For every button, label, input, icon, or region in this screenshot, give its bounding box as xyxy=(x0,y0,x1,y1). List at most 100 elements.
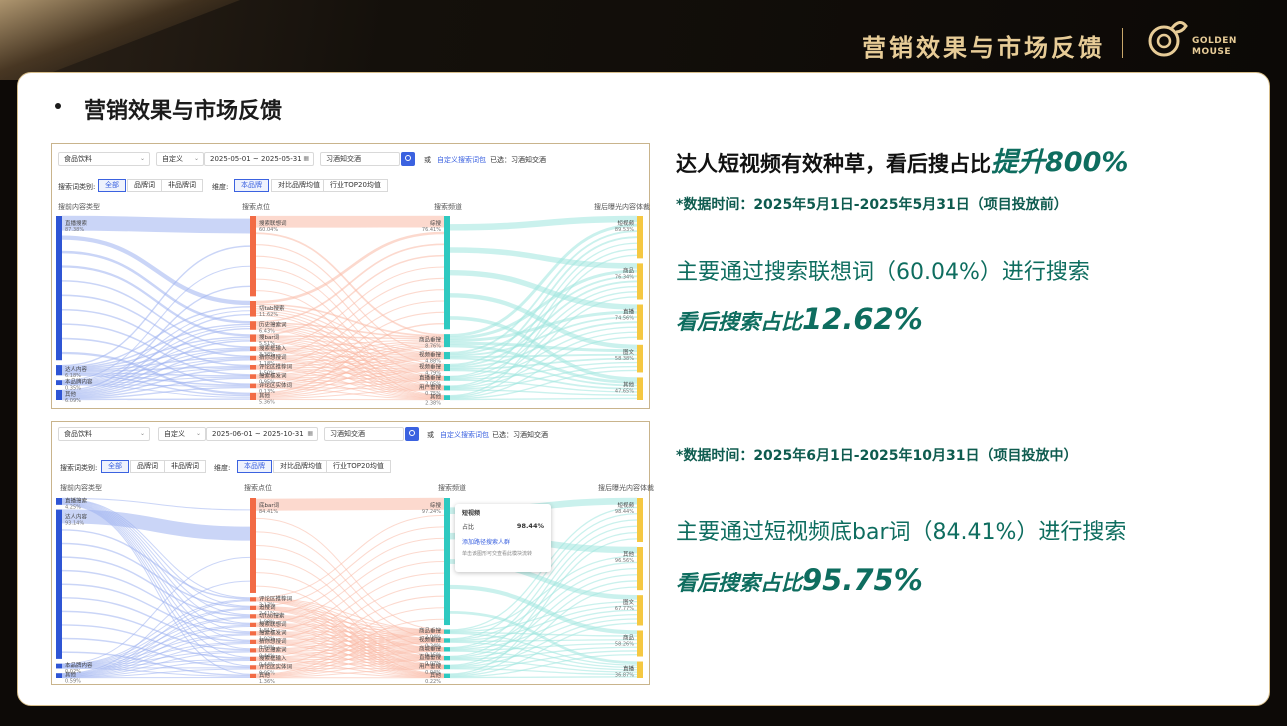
sankey-node-label: 猜你想搜词 xyxy=(259,353,287,361)
sankey-node[interactable] xyxy=(444,498,450,626)
sankey-node[interactable] xyxy=(250,631,256,636)
sankey-node[interactable] xyxy=(250,364,256,370)
dimension-industry-top20[interactable]: 行业TOP20均值 xyxy=(326,460,391,473)
sankey-node[interactable] xyxy=(250,639,256,644)
sankey-node[interactable] xyxy=(637,547,643,591)
sankey-node[interactable] xyxy=(637,377,643,400)
word-type-all[interactable]: 全部 xyxy=(101,460,129,473)
dimension-compare-brand[interactable]: 对比品牌均值 xyxy=(273,460,329,473)
sankey-node[interactable] xyxy=(56,509,62,659)
word-type-nonbrand[interactable]: 非品牌词 xyxy=(164,460,206,473)
sankey-node[interactable] xyxy=(637,498,643,543)
dimension-own-brand[interactable]: 本品牌 xyxy=(237,460,272,473)
sankey-node[interactable] xyxy=(250,665,256,670)
sankey-node[interactable] xyxy=(250,334,256,342)
sankey-node[interactable] xyxy=(637,216,643,259)
keyword-input[interactable]: 习酒知交酒 xyxy=(324,427,404,441)
sankey-node[interactable] xyxy=(250,383,256,389)
sankey-node[interactable] xyxy=(56,216,62,361)
dimension-own-brand[interactable]: 本品牌 xyxy=(234,179,269,192)
sankey-node[interactable] xyxy=(250,614,256,619)
sankey-node[interactable] xyxy=(250,622,256,627)
header-title: 营销效果与市场反馈 xyxy=(862,34,1105,62)
sankey-node-label: 本品牌内容 xyxy=(65,661,93,669)
sankey-node-value: 84.41% xyxy=(259,509,278,515)
date-range-picker[interactable]: 2025-05-01 ~ 2025-05-31 ▦ xyxy=(204,152,314,166)
sankey-node[interactable] xyxy=(444,647,450,652)
sankey-node-label: 直播垂搜 xyxy=(419,373,442,381)
sankey-node[interactable] xyxy=(250,321,256,330)
sankey-node[interactable] xyxy=(444,375,450,381)
mode-select[interactable]: 自定义 ⌄ xyxy=(158,427,206,441)
sankey-node[interactable] xyxy=(250,605,256,610)
word-type-brand[interactable]: 品牌词 xyxy=(127,179,162,192)
dimension-industry-top20[interactable]: 行业TOP20均值 xyxy=(323,179,388,192)
sankey-node[interactable] xyxy=(250,656,256,661)
sankey-node-value: 0.22% xyxy=(425,679,441,684)
sankey-node-value: 98.44% xyxy=(615,509,634,515)
sankey-node[interactable] xyxy=(444,363,450,372)
sankey-node[interactable] xyxy=(250,300,256,317)
logo-text: GOLDEN MOUSE xyxy=(1192,36,1237,57)
sankey-node[interactable] xyxy=(444,629,450,634)
sankey-node[interactable] xyxy=(250,597,256,602)
sankey-node[interactable] xyxy=(250,673,256,678)
headline: 达人短视频有效种草，看后搜占比提升800% xyxy=(676,147,1129,178)
sankey-node[interactable] xyxy=(637,630,643,657)
sankey-node-label: 切tab搜索 xyxy=(259,304,285,312)
sankey-node[interactable] xyxy=(250,374,256,379)
keyword-input[interactable]: 习酒知交酒 xyxy=(320,152,400,166)
sankey-node[interactable] xyxy=(56,380,62,386)
sankey-node-value: 58.26% xyxy=(615,641,634,647)
search-button[interactable] xyxy=(405,427,419,441)
sankey-node[interactable] xyxy=(250,355,256,361)
sankey-node[interactable] xyxy=(637,263,643,300)
sankey-node[interactable] xyxy=(444,655,450,661)
word-type-all[interactable]: 全部 xyxy=(98,179,126,192)
mode-select[interactable]: 自定义 ⌄ xyxy=(156,152,204,166)
sankey-node[interactable] xyxy=(637,595,643,626)
sankey-node[interactable] xyxy=(444,673,450,678)
sankey-node[interactable] xyxy=(56,389,62,400)
sankey-node[interactable] xyxy=(56,673,62,678)
search-share-before: 看后搜索占比12.62% xyxy=(676,302,923,336)
sankey-node-label: 商品垂搜 xyxy=(419,627,442,635)
sankey-node[interactable] xyxy=(250,648,256,653)
category-select[interactable]: 食品饮料 ⌄ xyxy=(58,152,150,166)
sankey-node[interactable] xyxy=(444,216,450,330)
sankey-node-label: 其他 xyxy=(259,671,271,679)
sankey-node[interactable] xyxy=(250,392,256,400)
custom-wordpack-link[interactable]: 自定义搜索词包 xyxy=(440,430,489,440)
sankey-node[interactable] xyxy=(444,334,450,348)
sankey-node-label: 综搜 xyxy=(430,219,442,227)
add-path-audience-link[interactable]: 添加路径搜索人群 xyxy=(462,537,544,546)
sankey-node[interactable] xyxy=(444,351,450,360)
sankey-node[interactable] xyxy=(637,304,643,340)
sankey-node-label: 历史搜索词 xyxy=(259,320,287,328)
sankey-node[interactable] xyxy=(444,638,450,643)
search-button[interactable] xyxy=(401,152,415,166)
sankey-node[interactable] xyxy=(250,346,256,352)
word-type-brand[interactable]: 品牌词 xyxy=(130,460,165,473)
sankey-node[interactable] xyxy=(56,663,62,669)
sankey-node-label: 其他 xyxy=(65,390,77,398)
sankey-node[interactable] xyxy=(444,395,450,400)
sankey-node-label: 切tab搜索 xyxy=(259,611,285,619)
sankey-node[interactable] xyxy=(637,661,643,678)
sankey-node[interactable] xyxy=(444,385,450,391)
sankey-node[interactable] xyxy=(637,344,643,373)
sankey-node[interactable] xyxy=(444,664,450,670)
sankey-link xyxy=(449,215,638,231)
sankey-node[interactable] xyxy=(250,216,256,297)
custom-wordpack-link[interactable]: 自定义搜索词包 xyxy=(437,155,486,165)
category-select[interactable]: 食品饮料 ⌄ xyxy=(58,427,150,441)
selected-text: 已选：习酒知交酒 xyxy=(492,431,548,439)
sankey-node-value: 4.25% xyxy=(65,504,81,510)
word-type-nonbrand[interactable]: 非品牌词 xyxy=(161,179,203,192)
dimension-compare-brand[interactable]: 对比品牌均值 xyxy=(271,179,327,192)
sankey-node-label: 搜索联想词 xyxy=(259,219,287,227)
sankey-node[interactable] xyxy=(250,498,256,593)
sankey-node[interactable] xyxy=(56,365,62,376)
date-range-picker[interactable]: 2025-06-01 ~ 2025-10-31 ▦ xyxy=(206,427,318,441)
sankey-node[interactable] xyxy=(56,498,62,505)
